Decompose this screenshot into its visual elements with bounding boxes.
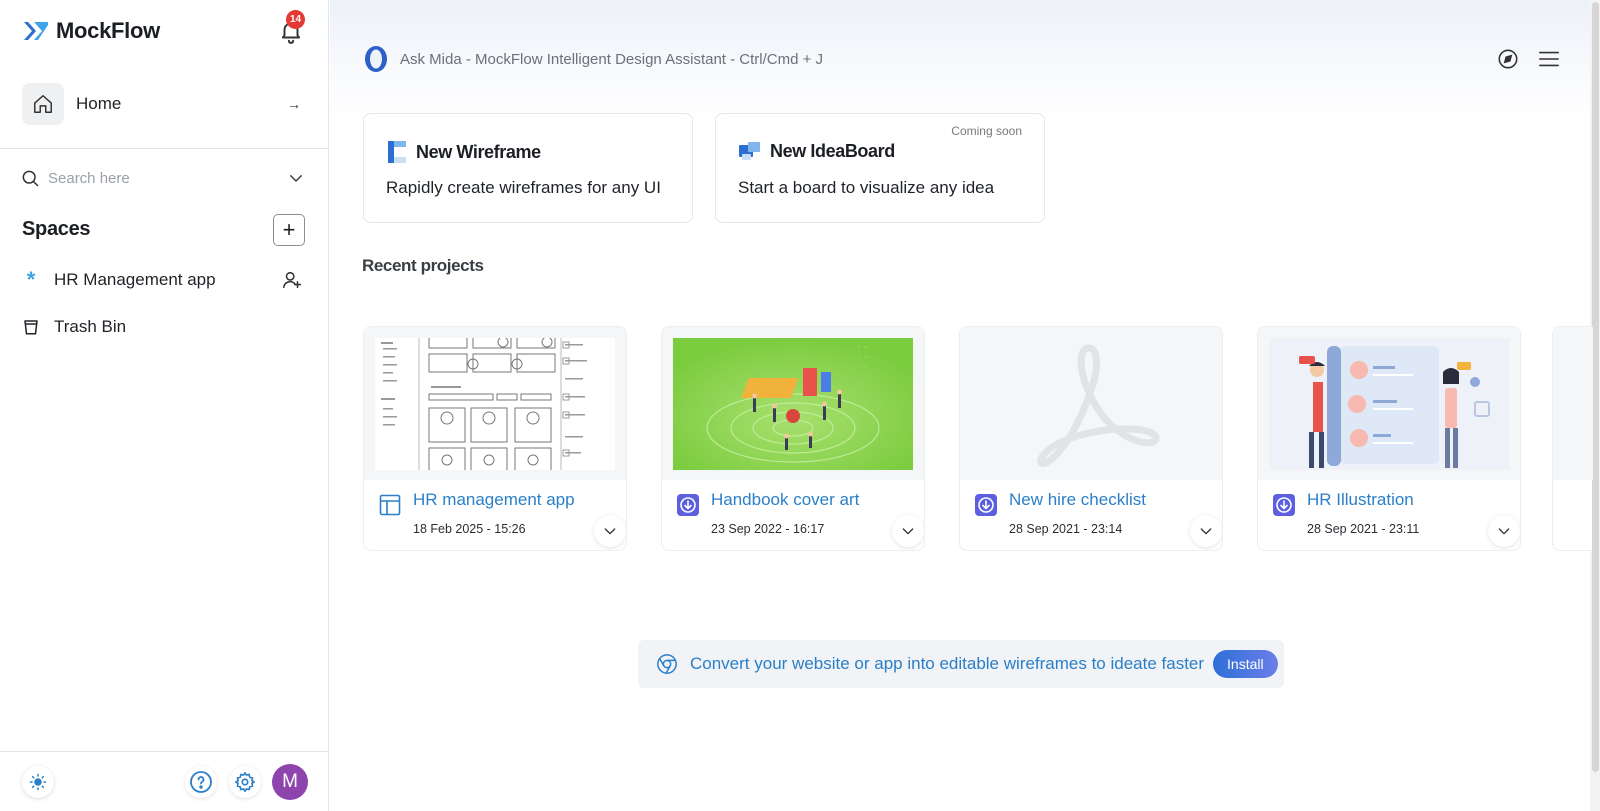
sidebar-item-hr-management-app[interactable]: * HR Management app	[22, 265, 307, 295]
new-ideaboard-card[interactable]: Coming soon New IdeaBoard Start a board …	[715, 113, 1045, 223]
brand-name: MockFlow	[56, 18, 160, 43]
sidebar-divider	[0, 148, 329, 149]
sun-icon	[29, 773, 47, 791]
mida-logo-icon	[365, 46, 387, 72]
project-thumbnail[interactable]	[662, 327, 924, 480]
sidebar-item-trash-bin[interactable]: Trash Bin	[22, 312, 307, 342]
project-meta: Handbook cover art 23 Sep 2022 - 16:17	[676, 490, 924, 547]
project-thumbnail[interactable]	[364, 327, 626, 480]
project-date: 28 Sep 2021 - 23:14	[1009, 522, 1123, 536]
avatar[interactable]: M	[272, 764, 308, 800]
sidebar-bottom-divider	[0, 751, 329, 752]
project-card[interactable]: Handbook cover art 23 Sep 2022 - 16:17	[661, 326, 925, 551]
chevron-down-icon	[604, 528, 616, 535]
wireframe-icon	[379, 494, 401, 516]
project-name[interactable]: Handbook cover art	[711, 490, 859, 510]
asterisk-icon: *	[26, 267, 36, 292]
project-card[interactable]: HR management app 18 Feb 2025 - 15:26	[363, 326, 627, 551]
recent-projects-title: Recent projects	[362, 256, 484, 275]
project-date: 23 Sep 2022 - 16:17	[711, 522, 825, 536]
chevron-down-icon	[1498, 528, 1510, 535]
scrollbar-thumb[interactable]	[1592, 2, 1599, 772]
help-button[interactable]	[185, 766, 217, 798]
chevron-down-icon[interactable]	[287, 169, 305, 187]
compass-icon[interactable]	[1497, 48, 1519, 70]
arrow-right-icon: →	[287, 96, 301, 112]
banner-text: Convert your website or app into editabl…	[690, 654, 1205, 673]
install-button[interactable]: Install	[1213, 650, 1278, 678]
project-thumbnail[interactable]	[1553, 327, 1593, 480]
sidebar: MockFlow 14 Home → Spaces + * HR Managem…	[0, 0, 329, 811]
project-options-button[interactable]	[892, 515, 924, 547]
project-name[interactable]: HR management app	[413, 490, 575, 510]
chevron-down-icon	[1200, 528, 1212, 535]
home-icon	[34, 95, 52, 113]
project-thumbnail[interactable]	[1258, 327, 1520, 480]
import-icon	[1273, 494, 1295, 516]
coming-soon-badge: Coming soon	[951, 124, 1022, 138]
theme-toggle-button[interactable]	[22, 766, 54, 798]
import-icon	[677, 494, 699, 516]
sidebar-item-home[interactable]: Home →	[22, 82, 307, 126]
project-name[interactable]: New hire checklist	[1009, 490, 1146, 510]
project-options-button[interactable]	[1190, 515, 1222, 547]
ideaboard-icon	[739, 142, 760, 160]
trash-icon	[24, 320, 38, 335]
settings-button[interactable]	[229, 766, 261, 798]
project-meta: New hire checklist 28 Sep 2021 - 23:14	[974, 490, 1222, 547]
wireframe-thumbnail-image	[375, 338, 615, 470]
project-name[interactable]: HR Illustration	[1307, 490, 1414, 510]
import-icon	[975, 494, 997, 516]
mida-prompt-text: Ask Mida - MockFlow Intelligent Design A…	[400, 50, 824, 68]
project-date: 18 Feb 2025 - 15:26	[413, 522, 526, 536]
home-label: Home	[76, 94, 122, 113]
pdf-document-image	[971, 338, 1211, 470]
search-icon	[22, 170, 39, 187]
home-icon-box	[22, 83, 64, 125]
new-wireframe-card[interactable]: New Wireframe Rapidly create wireframes …	[363, 113, 693, 223]
space-label: HR Management app	[54, 270, 216, 289]
project-meta: HR management app 18 Feb 2025 - 15:26	[378, 490, 626, 547]
project-options-button[interactable]	[594, 515, 626, 547]
chrome-icon	[657, 654, 677, 674]
project-card-partial[interactable]	[1552, 326, 1593, 551]
new-ideaboard-desc: Start a board to visualize any idea	[738, 178, 995, 197]
project-thumbnail[interactable]	[960, 327, 1222, 480]
wireframe-icon	[388, 141, 406, 163]
space-label: Trash Bin	[54, 317, 127, 336]
spaces-title: Spaces	[22, 218, 91, 240]
extension-banner: Convert your website or app into editabl…	[638, 640, 1284, 688]
add-space-button[interactable]: +	[273, 214, 305, 246]
project-card[interactable]: New hire checklist 28 Sep 2021 - 23:14	[959, 326, 1223, 551]
new-ideaboard-title: New IdeaBoard	[770, 140, 895, 161]
add-user-icon[interactable]	[281, 269, 303, 291]
search-input[interactable]	[48, 169, 258, 187]
project-card[interactable]: HR Illustration 28 Sep 2021 - 23:11	[1257, 326, 1521, 551]
notification-badge: 14	[286, 10, 305, 29]
brand-logo[interactable]: MockFlow	[22, 18, 160, 44]
project-date: 28 Sep 2021 - 23:11	[1307, 522, 1420, 536]
new-wireframe-desc: Rapidly create wireframes for any UI	[386, 178, 661, 197]
help-icon	[190, 771, 212, 793]
chevron-down-icon	[902, 528, 914, 535]
hr-illustration-image	[1269, 338, 1509, 470]
ask-mida-bar[interactable]: Ask Mida - MockFlow Intelligent Design A…	[362, 45, 823, 73]
project-options-button[interactable]	[1488, 515, 1520, 547]
green-illustration-image	[673, 338, 913, 470]
gear-icon	[235, 772, 255, 792]
new-wireframe-title: New Wireframe	[416, 141, 541, 162]
menu-icon[interactable]	[1538, 49, 1560, 69]
mockflow-logo-icon	[24, 22, 48, 40]
project-meta: HR Illustration 28 Sep 2021 - 23:11	[1272, 490, 1520, 547]
search-bar	[20, 165, 305, 191]
